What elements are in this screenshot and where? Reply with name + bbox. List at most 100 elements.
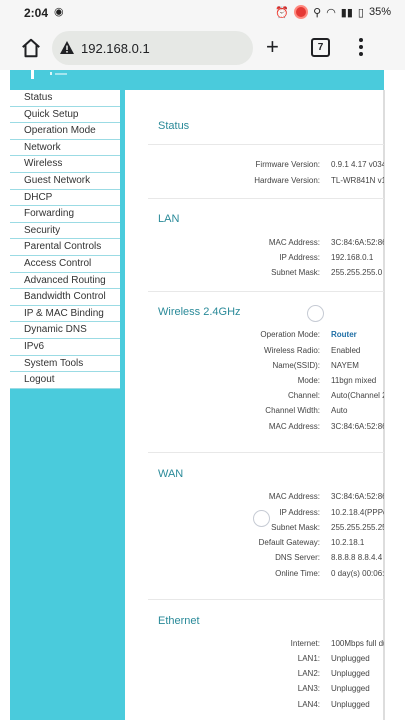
info-row: Online Time: 0 day(s) 00:06:4 (148, 569, 384, 583)
wireless-channel-label: Channel: (287, 391, 320, 400)
new-tab-plus-icon[interactable]: + (266, 36, 279, 58)
lan-mac-value: 3C:84:6A:52:86 (331, 238, 384, 247)
info-row: Internet: 100Mbps full du (148, 639, 384, 653)
info-row: Firmware Version: 0.9.1 4.17 v034 (148, 160, 384, 174)
section-title-lan: LAN (158, 213, 180, 225)
wan-dns-value: 8.8.8.8 8.8.4.4 (331, 553, 383, 562)
wireless-ssid-label: Name(SSID): (272, 361, 320, 370)
wireless-mac-value: 3C:84:6A:52:86 (331, 422, 384, 431)
info-row: MAC Address: 3C:84:6A:52:86 (148, 492, 384, 506)
sidebar-item-dynamic-dns[interactable]: Dynamic DNS (10, 322, 120, 339)
wan-gateway-label: Default Gateway: (258, 538, 320, 547)
sidebar-item-bandwidth-control[interactable]: Bandwidth Control (10, 289, 120, 306)
sidebar-item-forwarding[interactable]: Forwarding (10, 206, 120, 223)
location-icon: ◉ (54, 6, 64, 18)
info-row: MAC Address: 3C:84:6A:52:86 (148, 238, 384, 252)
divider (148, 291, 384, 292)
info-row: IP Address: 192.168.0.1 (148, 253, 384, 267)
sidebar-item-logout[interactable]: Logout (10, 372, 120, 389)
sidebar-item-dhcp[interactable]: DHCP (10, 189, 120, 207)
sidebar-item-quick-setup[interactable]: Quick Setup (10, 106, 120, 124)
sidebar-item-guest-network[interactable]: Guest Network (10, 172, 120, 190)
not-secure-warning-icon[interactable] (59, 40, 75, 56)
ethernet-internet-label: Internet: (290, 639, 320, 648)
section-title-wan: WAN (158, 468, 184, 480)
wan-ip-value: 10.2.18.4(PPPo (331, 508, 384, 517)
info-row: LAN4: Unplugged (148, 700, 384, 714)
info-row: LAN1: Unplugged (148, 654, 384, 668)
lan-subnet-value: 255.255.255.0 (331, 268, 383, 277)
sidebar-item-network[interactable]: Network (10, 139, 120, 157)
sidebar-item-access-control[interactable]: Access Control (10, 255, 120, 273)
sidebar-item-wireless[interactable]: Wireless (10, 156, 120, 173)
ethernet-lan2-value: Unplugged (331, 669, 370, 678)
battery-percent: 35% (368, 6, 391, 18)
wireless-operation-mode-label: Operation Mode: (260, 330, 320, 339)
wireless-ssid-value: NAYEM (331, 361, 359, 370)
lan-mac-label: MAC Address: (268, 238, 320, 247)
wan-subnet-value: 255.255.255.25 (331, 523, 384, 532)
wireless-channel-width-label: Channel Width: (265, 406, 320, 415)
sidebar-menu: Status Quick Setup Operation Mode Networ… (10, 90, 120, 389)
router-admin-page: Status Quick Setup Operation Mode Networ… (0, 70, 405, 720)
wan-online-time-value: 0 day(s) 00:06:4 (331, 569, 384, 578)
wan-mac-value: 3C:84:6A:52:86 (331, 492, 384, 501)
ethernet-lan2-label: LAN2: (297, 669, 320, 678)
address-bar[interactable]: 192.168.0.1 (52, 31, 253, 65)
sidebar-item-ip-mac-binding[interactable]: IP & MAC Binding (10, 305, 120, 323)
sidebar-item-security[interactable]: Security (10, 222, 120, 240)
info-row: Name(SSID): NAYEM (148, 361, 384, 375)
info-row: LAN2: Unplugged (148, 669, 384, 683)
browser-toolbar: 192.168.0.1 + 7 (0, 26, 405, 70)
wifi-icon: ◠ (326, 6, 336, 19)
wan-subnet-label: Subnet Mask: (271, 523, 320, 532)
signal-icon: ▮▮ (340, 6, 353, 19)
ethernet-lan3-label: LAN3: (297, 684, 320, 693)
divider (148, 599, 384, 600)
sidebar-item-advanced-routing[interactable]: Advanced Routing (10, 272, 120, 290)
info-row: Wireless Radio: Enabled (148, 346, 384, 360)
location-pin-icon: ⚲ (313, 6, 322, 19)
sidebar-item-status[interactable]: Status (10, 90, 120, 107)
wireless-radio-value: Enabled (331, 346, 361, 355)
ethernet-lan4-label: LAN4: (297, 700, 320, 709)
sidebar-item-operation-mode[interactable]: Operation Mode (10, 123, 120, 140)
sidebar-item-parental-controls[interactable]: Parental Controls (10, 239, 120, 256)
wireless-mac-label: MAC Address: (268, 422, 320, 431)
ethernet-lan4-value: Unplugged (331, 700, 370, 709)
ethernet-lan3-value: Unplugged (331, 684, 370, 693)
sidebar-item-ipv6[interactable]: IPv6 (10, 338, 120, 356)
ethernet-lan1-label: LAN1: (297, 654, 320, 663)
info-row: Mode: 11bgn mixed (148, 376, 384, 390)
info-row: Channel Width: Auto (148, 406, 384, 420)
wan-online-time-label: Online Time: (275, 569, 320, 578)
info-row: LAN3: Unplugged (148, 684, 384, 698)
tab-switcher-button[interactable]: 7 (311, 38, 330, 57)
divider (148, 452, 384, 453)
hardware-version-label: Hardware Version: (254, 176, 320, 185)
hardware-version-value: TL-WR841N v1 (331, 176, 384, 185)
overflow-menu-icon[interactable] (359, 38, 365, 58)
home-icon[interactable] (20, 37, 42, 59)
wireless-channel-width-value: Auto (331, 406, 348, 415)
sidebar-item-system-tools[interactable]: System Tools (10, 355, 120, 373)
wireless-operation-mode-value: Router (331, 330, 357, 339)
info-row: Hardware Version: TL-WR841N v1 (148, 176, 384, 190)
touch-indicator-icon (307, 305, 324, 322)
alarm-icon: ⏰ (275, 6, 290, 19)
divider (148, 144, 384, 145)
wireless-channel-value: Auto(Channel 2 (331, 391, 384, 400)
status-icons: ⏰ ⚲ ◠ ▮▮ ▯ 35% (275, 5, 391, 19)
info-row: Subnet Mask: 255.255.255.0 (148, 268, 384, 282)
url-text[interactable]: 192.168.0.1 (81, 41, 150, 56)
tp-link-logo-icon (31, 70, 67, 79)
lan-subnet-label: Subnet Mask: (271, 268, 320, 277)
section-title-wireless: Wireless 2.4GHz (158, 306, 241, 318)
record-icon (294, 5, 309, 19)
android-status-bar: 2:04 ◉ ⏰ ⚲ ◠ ▮▮ ▯ 35% (0, 0, 405, 26)
info-row: Operation Mode: Router (148, 330, 384, 344)
wan-mac-label: MAC Address: (268, 492, 320, 501)
wan-gateway-value: 10.2.18.1 (331, 538, 365, 547)
ethernet-lan1-value: Unplugged (331, 654, 370, 663)
info-row: IP Address: 10.2.18.4(PPPo (148, 508, 384, 522)
